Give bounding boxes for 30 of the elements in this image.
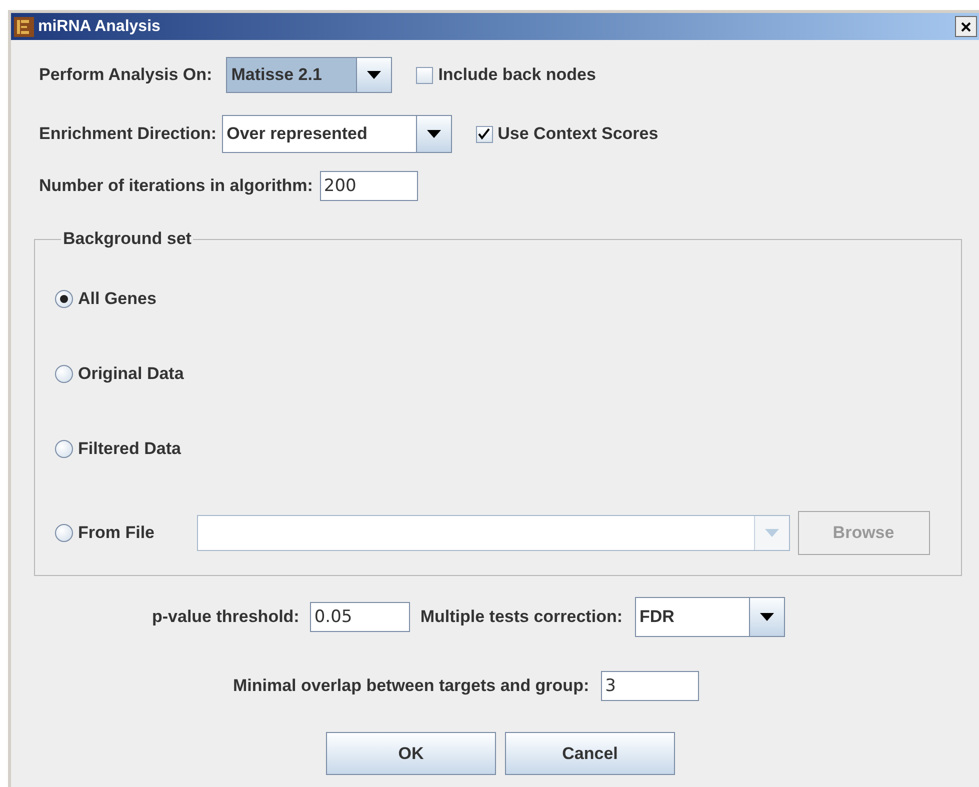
field-label: Number of iterations in algorithm: [39, 176, 313, 196]
input-field[interactable]: 0.05 [310, 602, 410, 632]
correction-dropdown[interactable]: FDR [634, 597, 784, 637]
dialog-button[interactable]: Cancel [505, 732, 675, 775]
caret-icon [764, 529, 779, 537]
checkbox[interactable]: Use Context Scores [476, 124, 658, 144]
check-icon [478, 128, 490, 140]
caret-icon [760, 613, 774, 621]
checkbox[interactable]: Include back nodes [416, 65, 596, 85]
radio-button[interactable]: From File [55, 523, 155, 543]
caret-icon [367, 71, 382, 79]
field-label: Minimal overlap between targets and group: [233, 676, 590, 696]
field-label: Enrichment Direction: [39, 124, 217, 144]
direction-dropdown[interactable]: Over represented [222, 115, 452, 153]
field-label: Multiple tests correction: [420, 607, 622, 627]
radio-button[interactable]: Filtered Data [55, 439, 181, 459]
app-icon [14, 16, 34, 36]
close-button[interactable] [955, 16, 977, 37]
field-label: Perform Analysis On: [39, 65, 212, 85]
group-title: Background set [62, 229, 192, 249]
dialog-button[interactable]: OK [326, 732, 496, 775]
analysis-dropdown[interactable]: Matisse 2.1 [226, 57, 392, 93]
close-icon [960, 20, 972, 32]
window-title: miRNA Analysis [38, 18, 162, 36]
radio-button[interactable]: All Genes [55, 289, 156, 309]
field-label: p-value threshold: [152, 607, 300, 627]
caret-icon [426, 130, 441, 138]
input-field[interactable]: 3 [601, 671, 700, 701]
radio-button[interactable]: Original Data [55, 364, 184, 384]
input-field[interactable]: 200 [320, 171, 418, 201]
